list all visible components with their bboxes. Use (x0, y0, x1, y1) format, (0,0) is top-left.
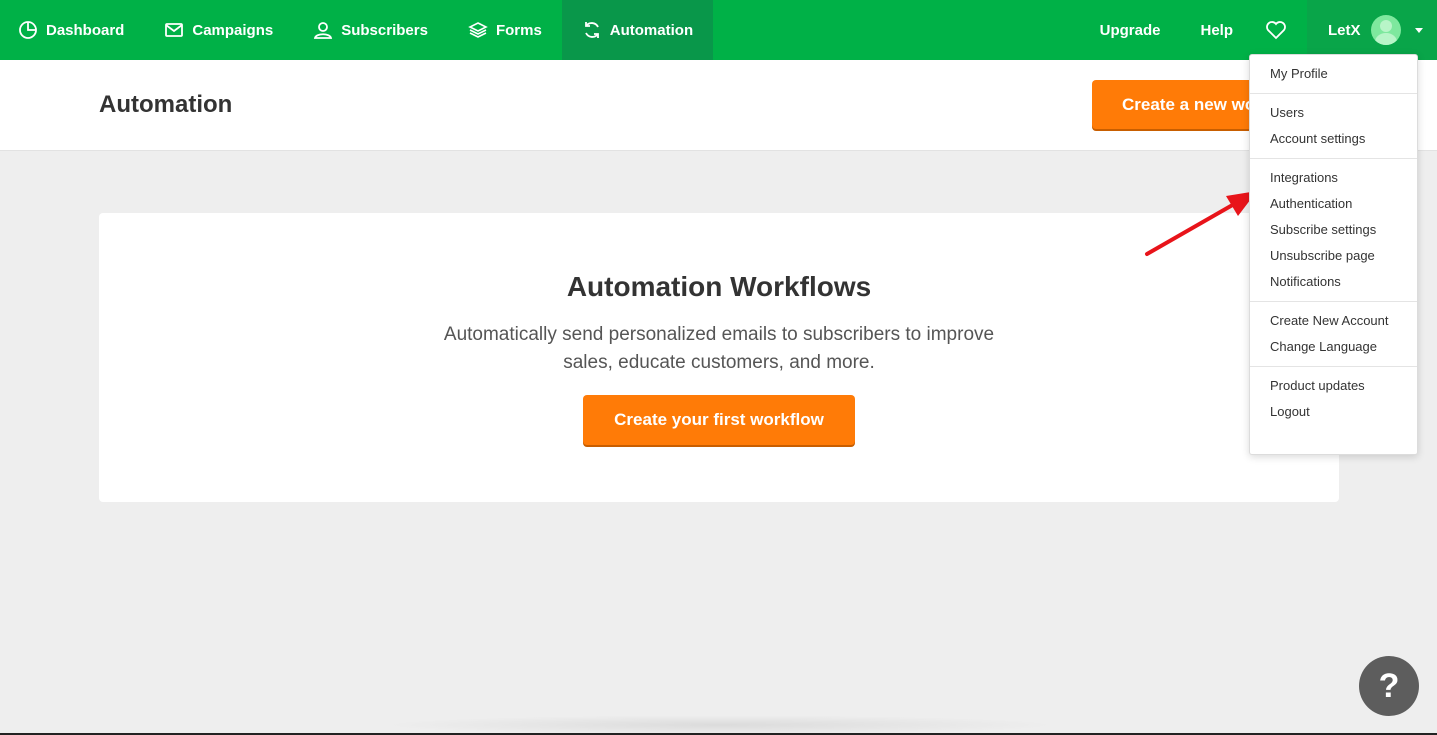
nav-forms[interactable]: Forms (448, 0, 562, 60)
mail-icon (165, 23, 184, 37)
bottom-shadow (380, 715, 1060, 735)
upgrade-link[interactable]: Upgrade (1080, 22, 1181, 39)
menu-item-authentication[interactable]: Authentication (1250, 191, 1417, 217)
menu-item-logout[interactable]: Logout (1250, 399, 1417, 425)
account-dropdown-menu: My Profile Users Account settings Integr… (1249, 54, 1418, 455)
dashboard-icon (19, 21, 37, 39)
refresh-icon (584, 22, 599, 38)
menu-item-users[interactable]: Users (1250, 100, 1417, 126)
dropdown-group-account: Users Account settings (1250, 94, 1417, 159)
nav-campaigns[interactable]: Campaigns (144, 0, 293, 60)
dropdown-group-settings: Integrations Authentication Subscribe se… (1250, 159, 1417, 302)
menu-item-product-updates[interactable]: Product updates (1250, 373, 1417, 399)
heart-icon[interactable] (1265, 19, 1287, 41)
dropdown-group-other: Create New Account Change Language (1250, 302, 1417, 367)
layers-icon (468, 22, 488, 38)
nav-automation[interactable]: Automation (561, 0, 714, 60)
menu-item-create-new-account[interactable]: Create New Account (1250, 308, 1417, 334)
menu-item-integrations[interactable]: Integrations (1250, 165, 1417, 191)
nav-campaigns-label: Campaigns (192, 21, 274, 39)
nav-dashboard-label: Dashboard (46, 21, 125, 39)
card-description: Automatically send personalized emails t… (443, 324, 995, 373)
nav-subscribers[interactable]: Subscribers (293, 0, 448, 60)
create-first-workflow-button[interactable]: Create your first workflow (583, 395, 855, 445)
nav-automation-label: Automation (609, 21, 694, 39)
dropdown-group-session: Product updates Logout (1250, 367, 1417, 431)
nav-right: Upgrade Help LetX (1080, 0, 1437, 60)
user-icon (314, 22, 333, 39)
menu-item-unsubscribe-page[interactable]: Unsubscribe page (1250, 243, 1417, 269)
avatar (1370, 15, 1401, 45)
nav-forms-label: Forms (495, 21, 542, 39)
menu-item-subscribe-settings[interactable]: Subscribe settings (1250, 217, 1417, 243)
user-menu-toggle[interactable]: LetX (1307, 0, 1437, 60)
help-button[interactable]: ? (1359, 656, 1419, 716)
help-link[interactable]: Help (1180, 22, 1253, 39)
card-title: Automation Workflows (566, 271, 872, 302)
nav-dashboard[interactable]: Dashboard (0, 0, 144, 60)
menu-item-my-profile[interactable]: My Profile (1250, 61, 1417, 87)
page-title: Automation (99, 91, 233, 118)
menu-item-account-settings[interactable]: Account settings (1250, 126, 1417, 152)
menu-item-change-language[interactable]: Change Language (1250, 334, 1417, 360)
user-name: LetX (1328, 21, 1361, 39)
chevron-down-icon (1414, 27, 1423, 33)
menu-item-notifications[interactable]: Notifications (1250, 269, 1417, 295)
nav-subscribers-label: Subscribers (341, 21, 428, 39)
page-header: Automation Create a new workflow (0, 60, 1437, 151)
top-nav: Dashboard Campaigns Subscribers Forms Au… (0, 0, 1437, 60)
dropdown-group-profile: My Profile (1250, 55, 1417, 94)
